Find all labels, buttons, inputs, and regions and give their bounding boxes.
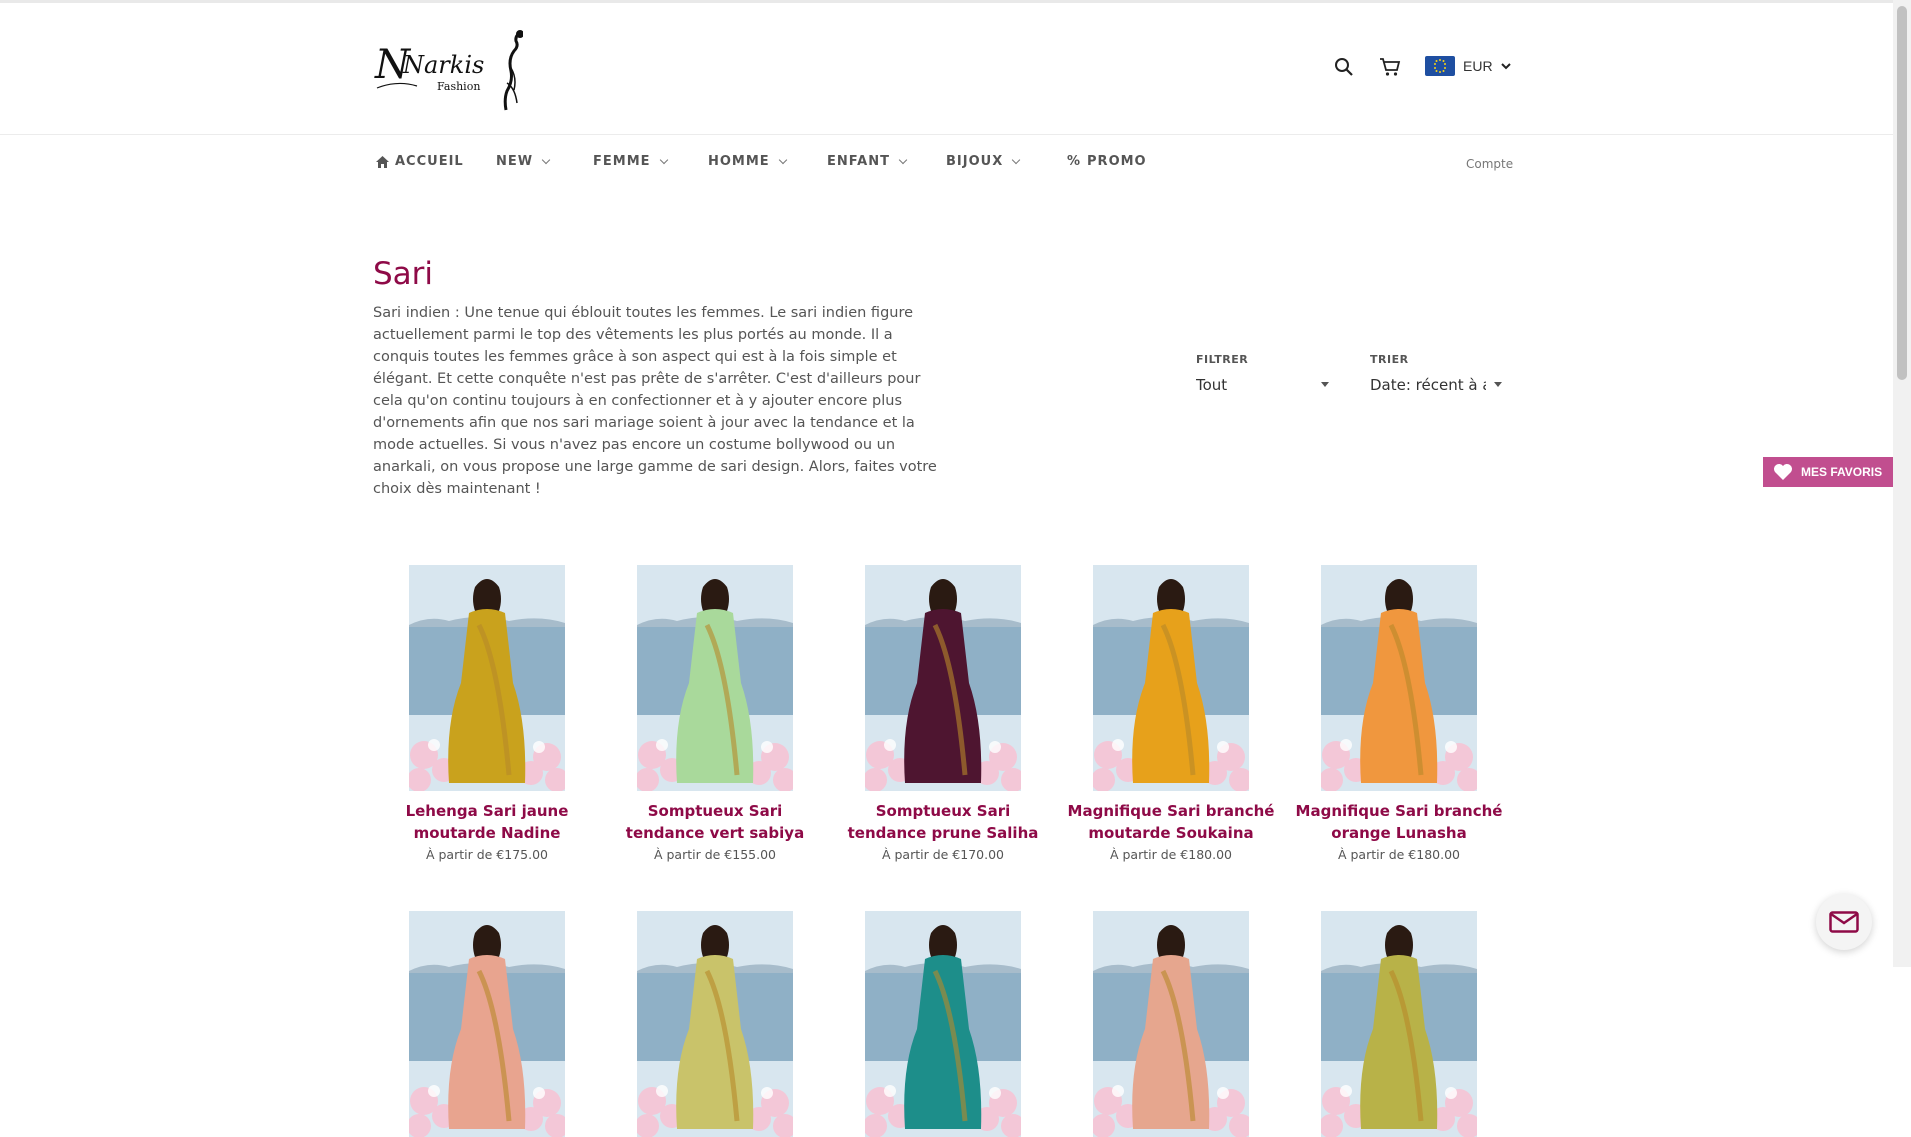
svg-text:Fashion: Fashion [437,80,480,93]
account-link[interactable]: Compte [1466,157,1513,171]
home-icon [376,155,389,168]
product-image[interactable] [1321,911,1477,1137]
product-name[interactable]: Magnifique Sari branché orange Lunasha [1294,800,1504,844]
nav-item-enfant[interactable]: ENFANT [827,154,908,169]
sort-select[interactable]: Date: récent à a [1370,375,1512,395]
nav-label: BIJOUX [946,154,1004,169]
percent-icon: % [1067,154,1082,169]
nav-label: PROMO [1087,154,1147,169]
heart-icon [1774,464,1792,480]
product-name[interactable]: Lehenga Sari jaune moutarde Nadine [382,800,592,844]
chevron-down-icon [1500,63,1511,70]
filter-select[interactable]: Tout [1196,375,1331,395]
filter-label: FILTRER [1196,353,1249,366]
cart-icon[interactable] [1376,53,1404,81]
favorites-tab[interactable]: MES FAVORIS [1763,457,1893,487]
product-image[interactable] [637,911,793,1137]
caret-down-icon [1494,382,1502,387]
search-icon[interactable] [1330,53,1358,81]
brand-logo[interactable]: N Narkis Fashion [373,28,524,112]
product-price: À partir de €170.00 [881,847,1005,862]
product-name[interactable]: Somptueux Sari tendance prune Saliha [838,800,1048,844]
currency-label: EUR [1463,58,1493,74]
product-price: À partir de €180.00 [1109,847,1233,862]
mail-icon [1829,911,1859,933]
nav-label: HOMME [708,154,770,169]
chevron-down-icon [778,155,787,164]
chevron-down-icon [541,155,551,164]
top-border [0,0,1893,3]
currency-selector[interactable]: EUR [1425,56,1511,76]
product-image[interactable] [409,565,565,791]
product-image[interactable] [1093,911,1249,1137]
sort-label: TRIER [1370,353,1409,366]
eu-flag-icon [1425,56,1455,76]
chevron-down-icon [1011,155,1021,164]
nav-label: ENFANT [827,154,890,169]
product-price: À partir de €175.00 [425,847,549,862]
nav-item-new[interactable]: NEW [496,154,551,169]
sort-value: Date: récent à a [1370,376,1486,394]
product-image[interactable] [409,911,565,1137]
nav-label: FEMME [593,154,651,169]
nav-label: ACCUEIL [395,154,464,169]
product-image[interactable] [865,911,1021,1137]
favorites-label: MES FAVORIS [1801,465,1883,479]
nav-item-bijoux[interactable]: BIJOUX [946,154,1021,169]
nav-item-femme[interactable]: FEMME [593,154,668,169]
product-image[interactable] [865,565,1021,791]
nav-item-promo[interactable]: % PROMO [1067,154,1147,169]
product-price: À partir de €155.00 [653,847,777,862]
contact-button[interactable] [1816,894,1872,950]
scrollbar-thumb[interactable] [1897,6,1907,380]
product-image[interactable] [1321,565,1477,791]
product-name[interactable]: Magnifique Sari branché moutarde Soukain… [1066,800,1276,844]
chevron-down-icon [659,155,668,164]
header-divider [0,134,1893,135]
nav-item-accueil[interactable]: ACCUEIL [376,154,464,169]
page-title: Sari [373,256,434,292]
product-name[interactable]: Somptueux Sari tendance vert sabiya [610,800,820,844]
product-price: À partir de €180.00 [1337,847,1461,862]
caret-down-icon [1321,382,1329,387]
scrollbar[interactable] [1893,0,1911,967]
product-image[interactable] [637,565,793,791]
product-image[interactable] [1093,565,1249,791]
filter-value: Tout [1196,376,1228,394]
nav-label: NEW [496,154,534,169]
collection-description: Sari indien : Une tenue qui éblouit tout… [373,305,937,497]
svg-text:Narkis: Narkis [402,51,484,79]
nav-item-homme[interactable]: HOMME [708,154,787,169]
chevron-down-icon [898,155,908,164]
